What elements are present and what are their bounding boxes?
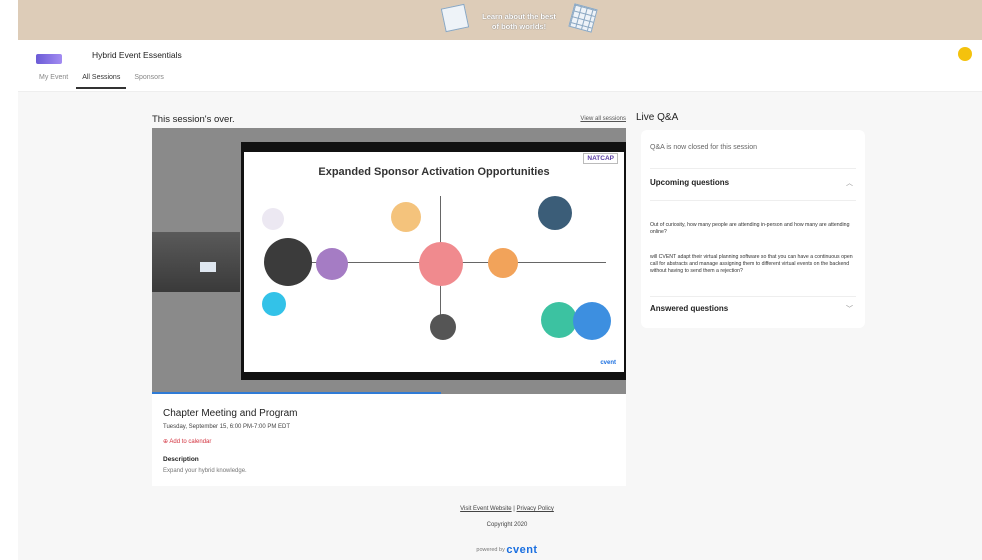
- slide-bubble: [538, 196, 572, 230]
- question-item: Out of curiosity, how many people are at…: [650, 222, 850, 235]
- powered-by-label: powered by: [476, 547, 505, 553]
- promo-banner[interactable]: Learn about the best of both worlds!: [18, 0, 982, 40]
- session-title: Chapter Meeting and Program: [163, 408, 298, 419]
- camera-feed: [152, 232, 240, 292]
- chevron-down-icon[interactable]: ﹀: [846, 304, 853, 314]
- slide-bubble: [391, 202, 421, 232]
- grid-illustration-icon: [568, 3, 598, 33]
- description-heading: Description: [163, 456, 199, 463]
- slide-brand-logo: cvent: [600, 360, 616, 366]
- banner-text: Learn about the best of both worlds!: [482, 12, 556, 31]
- natcap-logo[interactable]: [36, 54, 62, 64]
- slide-title: Expanded Sponsor Activation Opportunitie…: [318, 166, 550, 178]
- upcoming-questions-heading[interactable]: Upcoming questions: [650, 178, 729, 187]
- footer-links: Visit Event Website | Privacy Policy: [382, 506, 632, 512]
- copyright: Copyright 2020: [486, 522, 528, 528]
- tab-all-sessions[interactable]: All Sessions: [76, 72, 127, 89]
- add-to-calendar-link[interactable]: ⊕ Add to calendar: [163, 438, 211, 445]
- divider: [650, 296, 856, 297]
- event-title: Hybrid Event Essentials: [92, 50, 182, 60]
- qa-panel: Q&A is now closed for this session Upcom…: [641, 130, 865, 328]
- divider: [650, 168, 856, 169]
- slide-bubble: [264, 238, 312, 286]
- event-tabs: My Event All Sessions Sponsors: [36, 72, 172, 89]
- answered-questions-heading[interactable]: Answered questions: [650, 304, 728, 313]
- tab-my-event[interactable]: My Event: [36, 72, 74, 89]
- slide-bubble: [488, 248, 518, 278]
- session-header: This session's over. View all sessions: [152, 112, 626, 126]
- footer-separator: |: [513, 506, 515, 512]
- presentation-slide: NATCAP Expanded Sponsor Activation Oppor…: [244, 152, 624, 372]
- privacy-policy-link[interactable]: Privacy Policy: [517, 506, 554, 512]
- visit-event-website-link[interactable]: Visit Event Website: [460, 506, 511, 512]
- tab-sponsors[interactable]: Sponsors: [128, 72, 170, 89]
- powered-by: powered by cvent: [382, 544, 632, 556]
- room-screen: [200, 262, 216, 272]
- user-avatar[interactable]: [958, 47, 972, 61]
- divider: [650, 200, 856, 201]
- slide-bubble: [430, 314, 456, 340]
- slide-bubble: [541, 302, 577, 338]
- question-item: will CVENT adapt their virtual planning …: [650, 254, 853, 274]
- session-date: Tuesday, September 15, 6:00 PM-7:00 PM E…: [163, 424, 291, 430]
- event-header: Hybrid Event Essentials My Event All Ses…: [18, 40, 982, 92]
- slide-bubble: [573, 302, 611, 340]
- slide-bubble: [316, 248, 348, 280]
- session-video-player[interactable]: NATCAP Expanded Sponsor Activation Oppor…: [152, 128, 626, 394]
- slide-bubble: [262, 208, 284, 230]
- cvent-logo: cvent: [506, 544, 538, 556]
- session-status: This session's over.: [152, 114, 235, 125]
- slide-bubble: [262, 292, 286, 316]
- slide-org-logo: NATCAP: [583, 153, 618, 164]
- session-description: Expand your hybrid knowledge.: [163, 468, 247, 474]
- session-info-card: Chapter Meeting and Program Tuesday, Sep…: [152, 394, 626, 486]
- laptop-illustration-icon: [440, 3, 470, 33]
- slide-bubble: [419, 242, 463, 286]
- chevron-up-icon[interactable]: ︿: [846, 178, 853, 188]
- view-all-sessions-link[interactable]: View all sessions: [580, 116, 626, 122]
- qa-closed-notice: Q&A is now closed for this session: [650, 144, 757, 151]
- qa-title: Live Q&A: [636, 112, 679, 123]
